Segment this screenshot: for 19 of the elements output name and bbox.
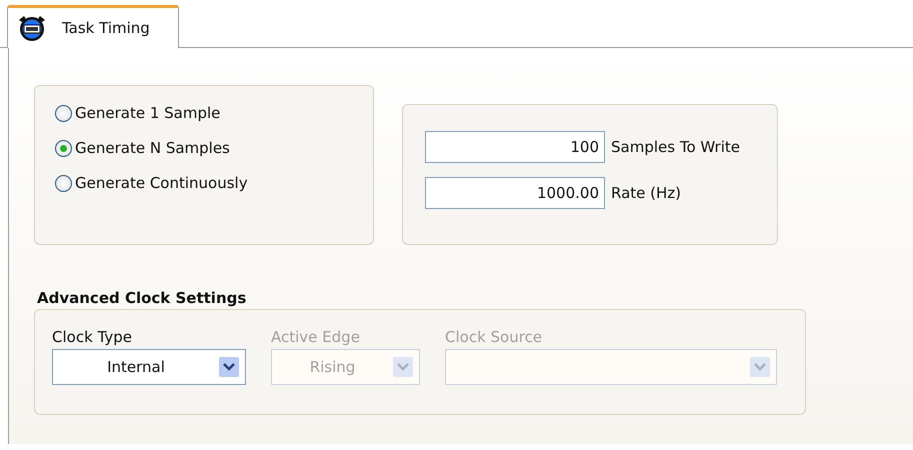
dropdown-label: Active Edge bbox=[271, 328, 361, 346]
field-label: Samples To Write bbox=[611, 138, 740, 156]
radio-button[interactable] bbox=[55, 104, 72, 122]
radio-button[interactable] bbox=[55, 140, 72, 156]
section-title: Advanced Clock Settings bbox=[37, 289, 248, 307]
chevron-down-icon bbox=[750, 357, 770, 377]
dropdown[interactable]: Internal bbox=[52, 349, 246, 385]
dropdown-label: Clock Source bbox=[445, 328, 544, 346]
radio-option[interactable]: Generate N Samples bbox=[55, 139, 373, 157]
radio-option[interactable]: Generate 1 Sample bbox=[55, 104, 373, 122]
radio-option[interactable]: Generate Continuously bbox=[55, 174, 373, 192]
dropdown-label: Clock Type bbox=[52, 328, 133, 346]
radio-button[interactable] bbox=[55, 174, 72, 192]
field-label: Rate (Hz) bbox=[611, 184, 682, 202]
chevron-down-icon bbox=[393, 357, 413, 377]
chevron-down-icon bbox=[219, 357, 239, 377]
input-field[interactable]: 1000.00 bbox=[425, 177, 605, 209]
input-field[interactable]: 100 bbox=[425, 131, 605, 163]
tab[interactable]: Task Timing bbox=[7, 5, 179, 48]
